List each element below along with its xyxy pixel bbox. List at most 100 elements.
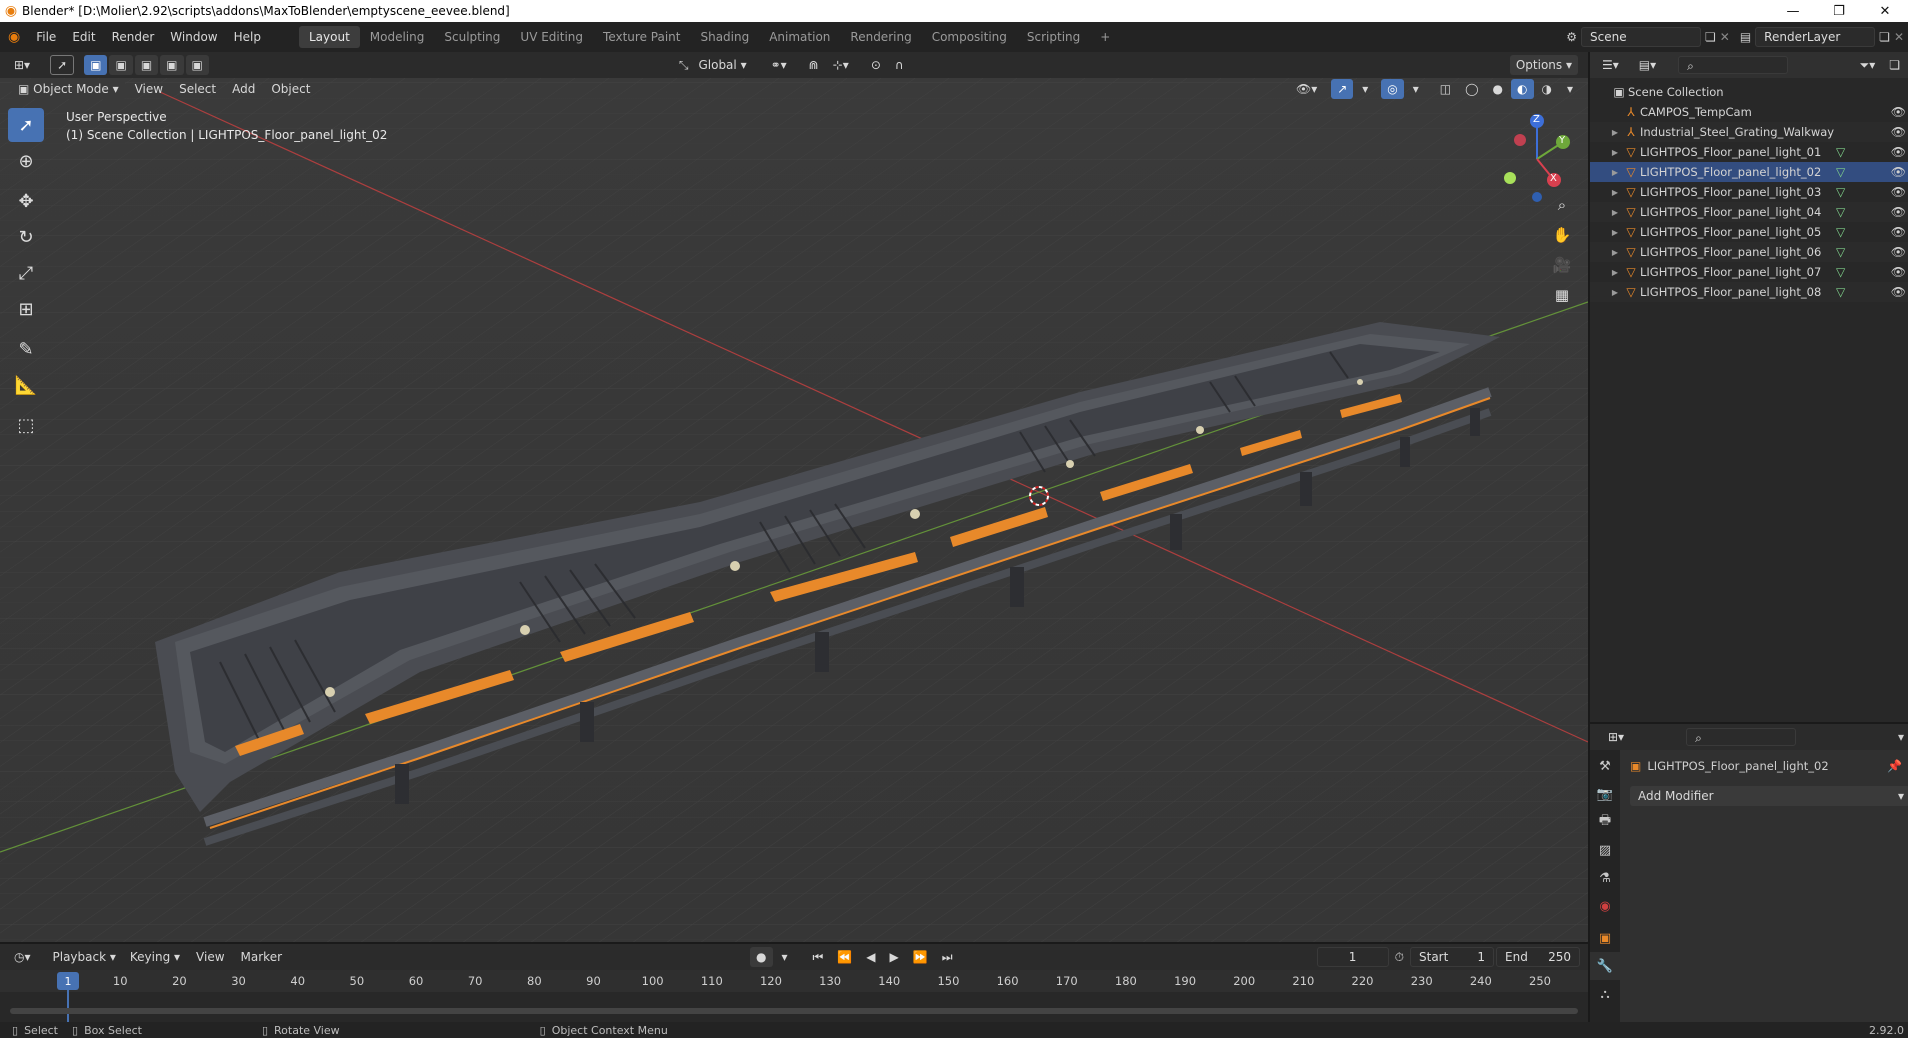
measure-tool-icon[interactable]: 📐 bbox=[8, 368, 44, 402]
render-layer-icon[interactable]: ▤ bbox=[1740, 30, 1751, 44]
view-layer-properties-icon[interactable]: ▨ bbox=[1590, 836, 1620, 864]
outliner-item[interactable]: ▶ ▽ LIGHTPOS_Floor_panel_light_08 ▽ 👁 bbox=[1590, 282, 1908, 302]
tab-shading[interactable]: Shading bbox=[690, 26, 759, 48]
menu-marker[interactable]: Marker bbox=[233, 944, 290, 970]
shading-wireframe-icon[interactable]: ◯ bbox=[1459, 79, 1484, 99]
snap-icon[interactable]: ⋒ bbox=[803, 55, 825, 75]
menu-help[interactable]: Help bbox=[226, 22, 269, 52]
object-properties-icon[interactable]: ▣ bbox=[1590, 924, 1620, 952]
select-mode-intersect-icon[interactable]: ▣ bbox=[185, 55, 209, 75]
tab-modeling[interactable]: Modeling bbox=[360, 26, 435, 48]
frame-start-field[interactable]: Start 1 bbox=[1410, 947, 1494, 967]
mesh-data-icon[interactable]: ▽ bbox=[1836, 225, 1845, 239]
menu-timeline-view[interactable]: View bbox=[188, 944, 232, 970]
world-properties-icon[interactable]: ◉ bbox=[1590, 892, 1620, 920]
expand-arrow-icon[interactable]: ▶ bbox=[1608, 128, 1622, 137]
menu-view[interactable]: View bbox=[127, 78, 171, 100]
tool-properties-icon[interactable]: ⚒ bbox=[1590, 752, 1620, 780]
visibility-filter-icon[interactable]: 👁▾ bbox=[1290, 79, 1323, 99]
tab-animation[interactable]: Animation bbox=[759, 26, 840, 48]
move-tool-icon[interactable]: ✥ bbox=[8, 184, 44, 218]
gizmo-y-label[interactable]: Y bbox=[1559, 135, 1565, 146]
blender-menu-icon[interactable]: ◉ bbox=[0, 22, 28, 52]
auto-keying-icon[interactable]: ● bbox=[750, 947, 773, 967]
menu-edit[interactable]: Edit bbox=[64, 22, 103, 52]
expand-arrow-icon[interactable]: ▶ bbox=[1608, 148, 1622, 157]
outliner-scene-collection[interactable]: ▣ Scene Collection bbox=[1590, 82, 1908, 102]
expand-arrow-icon[interactable]: ▶ bbox=[1608, 248, 1622, 257]
camera-view-icon[interactable]: 🎥 bbox=[1549, 252, 1575, 278]
timeline-editor-type-icon[interactable]: ◷▾ bbox=[8, 947, 37, 967]
expand-arrow-icon[interactable]: ▶ bbox=[1608, 168, 1622, 177]
gizmo-z-label[interactable]: Z bbox=[1533, 114, 1540, 125]
scene-new-icon[interactable]: ❏ bbox=[1705, 30, 1716, 44]
rotate-tool-icon[interactable]: ↻ bbox=[8, 220, 44, 254]
3d-viewport[interactable]: Z Y X User Perspective (1) Scene Collect… bbox=[0, 52, 1588, 942]
visibility-eye-icon[interactable]: 👁 bbox=[1891, 205, 1906, 219]
visibility-eye-icon[interactable]: 👁 bbox=[1891, 265, 1906, 279]
editor-type-icon[interactable]: ⊞▾ bbox=[8, 55, 36, 75]
visibility-eye-icon[interactable]: 👁 bbox=[1891, 105, 1906, 119]
render-layer-selector[interactable]: RenderLayer bbox=[1755, 27, 1876, 47]
select-box-tool-icon[interactable]: ➚ bbox=[8, 108, 44, 142]
shading-material-icon[interactable]: ◐ bbox=[1511, 79, 1534, 99]
mesh-data-icon[interactable]: ▽ bbox=[1836, 205, 1845, 219]
select-tool-icon[interactable]: ➚ bbox=[50, 55, 75, 75]
zoom-icon[interactable]: ⌕ bbox=[1549, 192, 1575, 218]
select-mode-new-icon[interactable]: ▣ bbox=[84, 55, 108, 75]
select-mode-subtract-icon[interactable]: ▣ bbox=[134, 55, 159, 75]
play-reverse-icon[interactable]: ◀ bbox=[860, 947, 881, 967]
outliner-display-mode-icon[interactable]: ▤▾ bbox=[1633, 55, 1662, 75]
outliner-item[interactable]: ▶ ▽ LIGHTPOS_Floor_panel_light_02 ▽ 👁 bbox=[1590, 162, 1908, 182]
scale-tool-icon[interactable]: ⤢ bbox=[8, 256, 44, 290]
expand-arrow-icon[interactable]: ▶ bbox=[1608, 288, 1622, 297]
modifier-properties-icon[interactable]: 🔧 bbox=[1590, 952, 1620, 980]
outliner-item[interactable]: ▶ ▽ LIGHTPOS_Floor_panel_light_01 ▽ 👁 bbox=[1590, 142, 1908, 162]
render-layer-delete-icon[interactable]: ✕ bbox=[1894, 30, 1904, 44]
current-frame-field[interactable]: 1 bbox=[1316, 947, 1389, 967]
menu-select[interactable]: Select bbox=[171, 78, 224, 100]
visibility-eye-icon[interactable]: 👁 bbox=[1891, 165, 1906, 179]
mesh-data-icon[interactable]: ▽ bbox=[1836, 165, 1845, 179]
visibility-eye-icon[interactable]: 👁 bbox=[1891, 245, 1906, 259]
render-properties-icon[interactable]: 📷 bbox=[1590, 780, 1620, 808]
visibility-eye-icon[interactable]: 👁 bbox=[1891, 185, 1906, 199]
gizmo-x-label[interactable]: X bbox=[1550, 173, 1557, 184]
outliner-item[interactable]: ▶ ▽ LIGHTPOS_Floor_panel_light_03 ▽ 👁 bbox=[1590, 182, 1908, 202]
menu-render[interactable]: Render bbox=[104, 22, 163, 52]
select-mode-extend-icon[interactable]: ▣ bbox=[109, 55, 133, 75]
visibility-eye-icon[interactable]: 👁 bbox=[1891, 125, 1906, 139]
outliner-editor-type-icon[interactable]: ☰▾ bbox=[1596, 55, 1625, 75]
add-workspace-button[interactable]: + bbox=[1090, 26, 1120, 48]
preview-range-icon[interactable]: ⏱ bbox=[1395, 950, 1404, 965]
tab-uv-editing[interactable]: UV Editing bbox=[510, 26, 593, 48]
mode-dropdown[interactable]: ▣ Object Mode ▾ bbox=[12, 79, 125, 99]
outliner-item[interactable]: ▶ ▽ LIGHTPOS_Floor_panel_light_06 ▽ 👁 bbox=[1590, 242, 1908, 262]
timeline-scrollbar[interactable] bbox=[10, 1008, 1578, 1014]
snap-target-icon[interactable]: ⊹▾ bbox=[827, 55, 855, 75]
menu-window[interactable]: Window bbox=[162, 22, 225, 52]
output-properties-icon[interactable]: 🖶 bbox=[1590, 808, 1620, 836]
minimize-button[interactable]: — bbox=[1770, 0, 1816, 22]
select-mode-invert-icon[interactable]: ▣ bbox=[160, 55, 184, 75]
properties-search-input[interactable]: ⌕ bbox=[1686, 728, 1797, 746]
play-icon[interactable]: ▶ bbox=[884, 947, 905, 967]
outliner-item[interactable]: ▶ ▽ LIGHTPOS_Floor_panel_light_05 ▽ 👁 bbox=[1590, 222, 1908, 242]
tab-compositing[interactable]: Compositing bbox=[922, 26, 1017, 48]
pan-hand-icon[interactable]: ✋ bbox=[1549, 222, 1575, 248]
frame-ruler[interactable]: 1102030405060708090100110120130140150160… bbox=[0, 970, 1588, 992]
shading-dropdown-icon[interactable]: ▾ bbox=[1560, 79, 1580, 99]
properties-dropdown-icon[interactable]: ▾ bbox=[1898, 730, 1904, 744]
jump-keyframe-forward-icon[interactable]: ⏩ bbox=[907, 947, 934, 967]
playhead-line[interactable] bbox=[67, 990, 69, 1024]
visibility-eye-icon[interactable]: 👁 bbox=[1891, 285, 1906, 299]
pivot-point-icon[interactable]: ⚭▾ bbox=[765, 55, 793, 75]
visibility-eye-icon[interactable]: 👁 bbox=[1891, 225, 1906, 239]
menu-playback[interactable]: Playback ▾ bbox=[47, 947, 122, 967]
shading-solid-icon[interactable]: ● bbox=[1487, 79, 1509, 99]
jump-start-icon[interactable]: ⏮ bbox=[807, 947, 830, 967]
outliner-search-input[interactable]: ⌕ bbox=[1678, 56, 1789, 74]
jump-end-icon[interactable]: ⏭ bbox=[936, 947, 959, 967]
scene-selector[interactable]: Scene bbox=[1581, 27, 1701, 47]
frame-end-field[interactable]: End 250 bbox=[1496, 947, 1580, 967]
